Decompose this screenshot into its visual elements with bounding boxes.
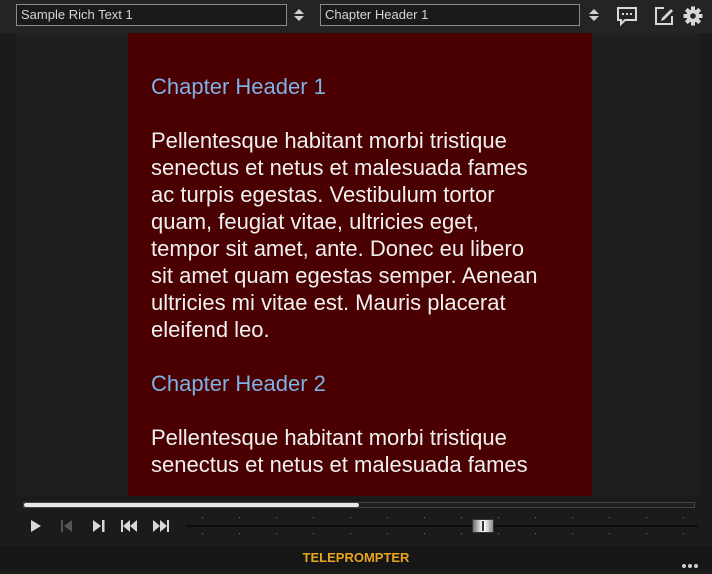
script-page: Chapter Header 1 Pellentesque habitant m… (128, 33, 592, 496)
progress-bar[interactable] (23, 502, 695, 508)
speed-tick (683, 517, 684, 518)
body-line: senectus et netus et malesuada fames (151, 155, 528, 180)
updown-stepper-icon[interactable] (292, 6, 306, 24)
speed-tick (572, 517, 573, 518)
speed-tick (239, 533, 240, 534)
more-dots-icon[interactable] (681, 556, 699, 568)
transport-bar (16, 496, 700, 542)
body-line: Pellentesque habitant morbi tristique (151, 128, 507, 153)
skip-back-icon[interactable] (119, 516, 139, 536)
chapter-body: Pellentesque habitant morbi tristique se… (151, 424, 581, 478)
speed-slider-thumb[interactable] (471, 519, 494, 533)
chapter-header: Chapter Header 1 (151, 74, 326, 99)
speed-tick (461, 533, 462, 534)
body-line: Pellentesque habitant morbi tristique (151, 425, 507, 450)
speed-tick (202, 533, 203, 534)
comment-icon[interactable] (616, 5, 638, 27)
panel-title: TELEPROMPTER (302, 550, 410, 565)
speed-tick (350, 517, 351, 518)
speed-tick (498, 517, 499, 518)
teleprompter-viewer[interactable]: Chapter Header 1 Pellentesque habitant m… (16, 33, 700, 496)
speed-tick (387, 517, 388, 518)
speed-tick (313, 533, 314, 534)
script-content: Chapter Header 1 Pellentesque habitant m… (151, 73, 581, 478)
speed-tick (387, 533, 388, 534)
gear-icon[interactable] (682, 5, 704, 27)
chapter-select[interactable]: Chapter Header 1 (320, 4, 580, 26)
speed-tick (646, 533, 647, 534)
body-line: tempor sit amet, ante. Donec eu libero (151, 236, 524, 261)
body-line: sit amet quam egestas semper. Aenean (151, 263, 538, 288)
body-line: ac turpis egestas. Vestibulum tortor (151, 182, 495, 207)
text-select[interactable]: Sample Rich Text 1 (16, 4, 287, 26)
play-icon[interactable] (26, 516, 46, 536)
edit-icon[interactable] (653, 5, 675, 27)
speed-tick (350, 533, 351, 534)
previous-stop-icon[interactable] (57, 516, 77, 536)
body-line: quam, feugiat vitae, ultricies eget, (151, 209, 479, 234)
panel-footer: TELEPROMPTER (0, 546, 712, 570)
chapter-header: Chapter Header 2 (151, 371, 326, 396)
speed-tick (535, 517, 536, 518)
speed-tick (313, 517, 314, 518)
speed-tick (646, 517, 647, 518)
speed-tick (572, 533, 573, 534)
speed-tick (498, 533, 499, 534)
speed-tick (276, 533, 277, 534)
speed-tick (202, 517, 203, 518)
speed-tick (683, 533, 684, 534)
speed-tick (239, 517, 240, 518)
speed-tick (276, 517, 277, 518)
chapter-body: Pellentesque habitant morbi tristique se… (151, 127, 581, 343)
speed-track (186, 525, 698, 527)
body-line: ultricies mi vitae est. Mauris placerat (151, 290, 506, 315)
speed-tick (609, 533, 610, 534)
body-line: eleifend leo. (151, 317, 270, 342)
speed-slider[interactable] (186, 510, 698, 540)
updown-stepper-icon[interactable] (587, 6, 601, 24)
toolbar: Sample Rich Text 1 Chapter Header 1 (0, 0, 712, 33)
skip-forward-icon[interactable] (151, 516, 171, 536)
speed-tick (461, 517, 462, 518)
body-line: senectus et netus et malesuada fames (151, 452, 528, 477)
speed-tick (424, 517, 425, 518)
speed-tick (535, 533, 536, 534)
speed-tick (424, 533, 425, 534)
next-icon[interactable] (89, 516, 109, 536)
speed-tick (609, 517, 610, 518)
progress-fill (24, 503, 359, 507)
